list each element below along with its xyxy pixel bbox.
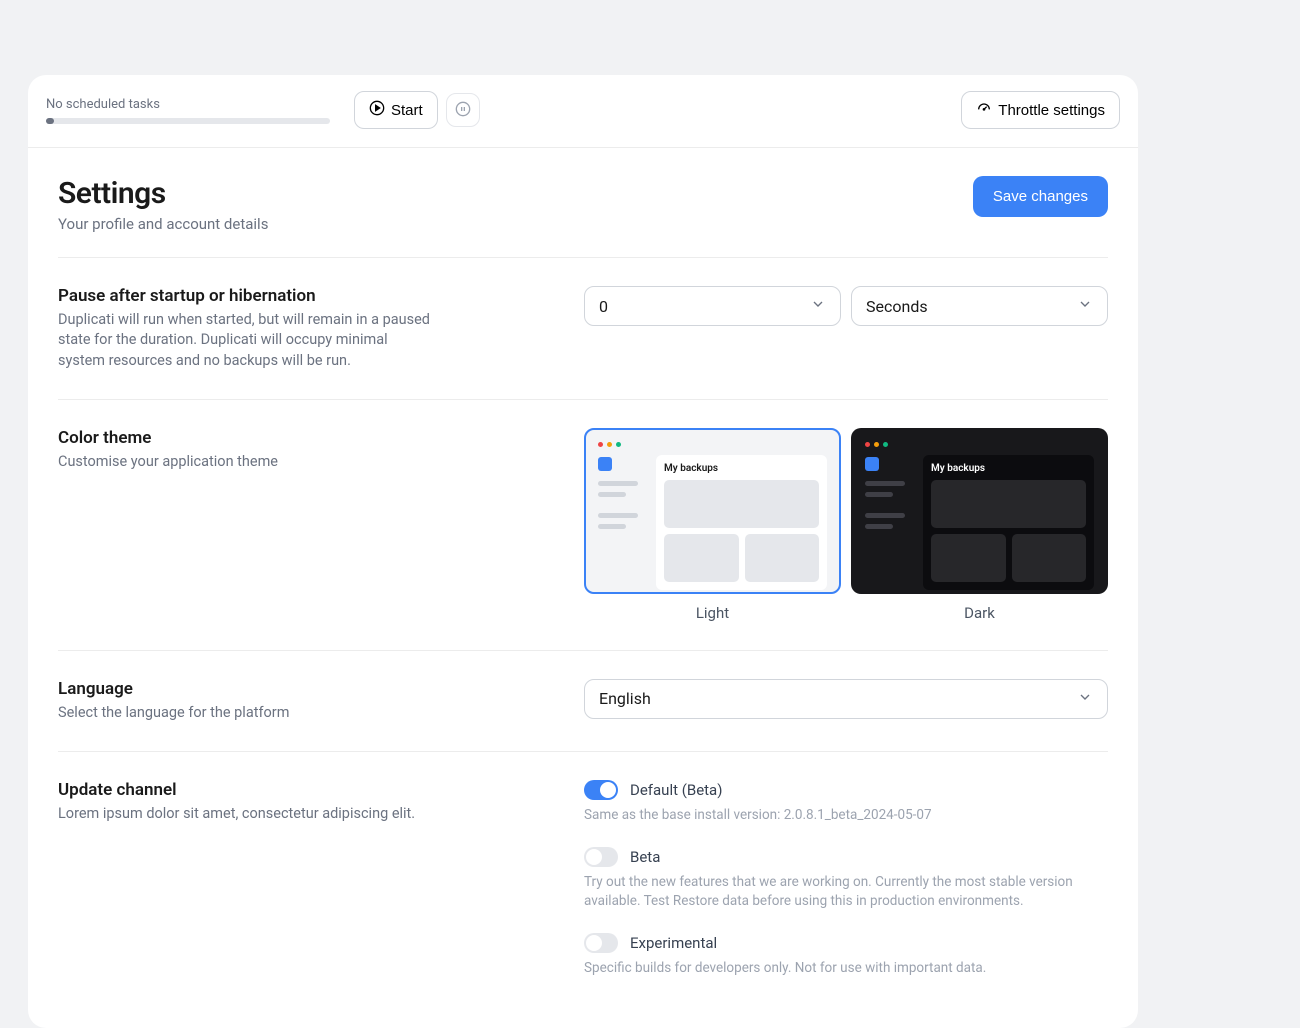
toggle-experimental[interactable]: [584, 933, 618, 953]
channel-desc-beta: Try out the new features that we are wor…: [584, 873, 1108, 911]
throttle-settings-button[interactable]: Throttle settings: [961, 91, 1120, 129]
pause-button[interactable]: [446, 93, 480, 127]
task-status: No scheduled tasks: [46, 97, 346, 124]
channel-desc-default: Same as the base install version: 2.0.8.…: [584, 806, 1108, 825]
section-language: Language Select the language for the pla…: [58, 651, 1108, 752]
pause-value-select[interactable]: 0: [584, 286, 841, 326]
channel-title: Update channel: [58, 780, 544, 800]
channel-desc-experimental: Specific builds for developers only. Not…: [584, 959, 1108, 978]
save-changes-button[interactable]: Save changes: [973, 176, 1108, 217]
pause-title: Pause after startup or hibernation: [58, 286, 544, 306]
theme-desc: Customise your application theme: [58, 452, 438, 472]
throttle-label: Throttle settings: [998, 102, 1105, 119]
page-subtitle: Your profile and account details: [58, 215, 268, 233]
play-icon: [369, 100, 385, 120]
page-title: Settings: [58, 176, 268, 211]
theme-option-dark[interactable]: My backups Dark: [851, 428, 1108, 622]
channel-option-default: Default (Beta) Same as the base install …: [584, 780, 1108, 825]
section-update-channel: Update channel Lorem ipsum dolor sit ame…: [58, 752, 1108, 1028]
page-header: Settings Your profile and account detail…: [58, 176, 1108, 258]
toggle-default[interactable]: [584, 780, 618, 800]
task-progress-bar: [46, 118, 330, 124]
pause-value: 0: [599, 297, 608, 316]
chevron-down-icon: [810, 296, 826, 316]
channel-option-experimental: Experimental Specific builds for develop…: [584, 933, 1108, 978]
language-desc: Select the language for the platform: [58, 703, 438, 723]
topbar: No scheduled tasks Start Throttle settin…: [28, 75, 1138, 148]
gauge-icon: [976, 100, 992, 120]
pause-icon: [455, 101, 471, 120]
preview-label-dark: My backups: [931, 463, 1086, 474]
channel-option-beta: Beta Try out the new features that we ar…: [584, 847, 1108, 911]
no-tasks-label: No scheduled tasks: [46, 97, 346, 112]
language-value: English: [599, 689, 651, 708]
preview-label-light: My backups: [664, 463, 819, 474]
pause-desc: Duplicati will run when started, but wil…: [58, 310, 438, 371]
channel-label-beta: Beta: [630, 848, 660, 866]
channel-desc: Lorem ipsum dolor sit amet, consectetur …: [58, 804, 438, 824]
theme-title: Color theme: [58, 428, 544, 448]
language-title: Language: [58, 679, 544, 699]
theme-option-light[interactable]: My backups Light: [584, 428, 841, 622]
pause-unit: Seconds: [866, 297, 928, 316]
start-button[interactable]: Start: [354, 91, 438, 129]
settings-card: No scheduled tasks Start Throttle settin…: [28, 75, 1138, 1028]
channel-label-default: Default (Beta): [630, 781, 722, 799]
theme-preview-dark: My backups: [851, 428, 1108, 594]
theme-name-light: Light: [584, 604, 841, 622]
theme-name-dark: Dark: [851, 604, 1108, 622]
language-select[interactable]: English: [584, 679, 1108, 719]
chevron-down-icon: [1077, 689, 1093, 709]
toggle-beta[interactable]: [584, 847, 618, 867]
theme-preview-light: My backups: [584, 428, 841, 594]
channel-label-experimental: Experimental: [630, 934, 717, 952]
pause-unit-select[interactable]: Seconds: [851, 286, 1108, 326]
section-pause: Pause after startup or hibernation Dupli…: [58, 258, 1108, 400]
chevron-down-icon: [1077, 296, 1093, 316]
section-theme: Color theme Customise your application t…: [58, 400, 1108, 651]
start-label: Start: [391, 102, 423, 119]
